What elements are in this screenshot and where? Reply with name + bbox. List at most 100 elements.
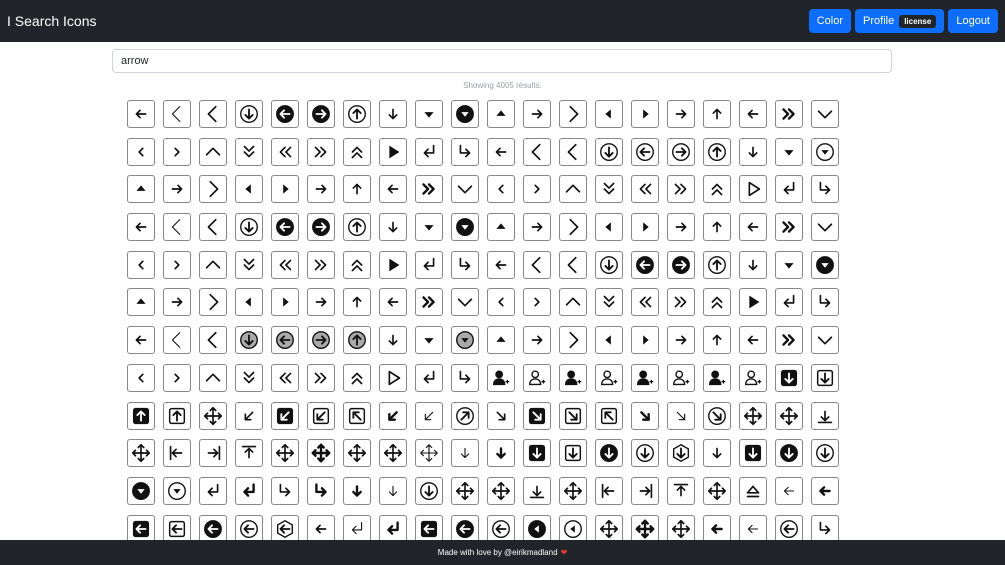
icon-tile[interactable] xyxy=(379,137,407,166)
icon-tile[interactable] xyxy=(127,514,155,540)
icon-tile[interactable] xyxy=(343,476,371,505)
icon-tile[interactable] xyxy=(667,401,695,430)
icon-tile[interactable] xyxy=(451,137,479,166)
icon-tile[interactable] xyxy=(631,175,659,204)
icon-tile[interactable] xyxy=(271,363,299,392)
icon-tile[interactable] xyxy=(199,363,227,392)
icon-tile[interactable] xyxy=(739,288,767,317)
icon-tile[interactable] xyxy=(811,326,839,355)
icon-tile[interactable] xyxy=(811,213,839,242)
icon-tile[interactable] xyxy=(775,514,803,540)
icon-tile[interactable] xyxy=(487,326,515,355)
icon-tile[interactable] xyxy=(703,439,731,468)
icon-tile[interactable] xyxy=(415,175,443,204)
icon-tile[interactable] xyxy=(703,288,731,317)
icon-tile[interactable] xyxy=(199,100,227,128)
icon-tile[interactable] xyxy=(415,288,443,317)
icon-tile[interactable] xyxy=(127,213,155,242)
icon-tile[interactable] xyxy=(163,213,191,242)
icon-tile[interactable] xyxy=(667,476,695,505)
icon-tile[interactable] xyxy=(703,137,731,166)
icon-tile[interactable] xyxy=(631,439,659,468)
icon-tile[interactable] xyxy=(811,175,839,204)
icon-tile[interactable] xyxy=(667,100,695,128)
icon-tile[interactable] xyxy=(487,401,515,430)
icon-tile[interactable] xyxy=(379,476,407,505)
icon-tile[interactable] xyxy=(379,514,407,540)
icon-tile[interactable] xyxy=(739,363,767,392)
icon-tile[interactable] xyxy=(271,439,299,468)
icon-tile[interactable] xyxy=(451,100,479,128)
icon-tile[interactable] xyxy=(811,401,839,430)
icon-tile[interactable] xyxy=(559,288,587,317)
icon-tile[interactable] xyxy=(631,137,659,166)
icon-tile[interactable] xyxy=(739,137,767,166)
icon-tile[interactable] xyxy=(775,100,803,128)
icon-tile[interactable] xyxy=(235,250,263,279)
icon-tile[interactable] xyxy=(199,326,227,355)
icon-tile[interactable] xyxy=(523,363,551,392)
icon-tile[interactable] xyxy=(343,439,371,468)
icon-tile[interactable] xyxy=(487,439,515,468)
icon-tile[interactable] xyxy=(739,476,767,505)
icon-tile[interactable] xyxy=(523,137,551,166)
icon-tile[interactable] xyxy=(667,175,695,204)
icon-tile[interactable] xyxy=(415,137,443,166)
icon-tile[interactable] xyxy=(523,514,551,540)
icon-tile[interactable] xyxy=(307,476,335,505)
icon-tile[interactable] xyxy=(667,514,695,540)
icon-tile[interactable] xyxy=(739,514,767,540)
icon-tile[interactable] xyxy=(595,175,623,204)
icon-tile[interactable] xyxy=(595,363,623,392)
icon-tile[interactable] xyxy=(343,213,371,242)
icon-tile[interactable] xyxy=(271,326,299,355)
icon-tile[interactable] xyxy=(811,100,839,128)
icon-tile[interactable] xyxy=(127,401,155,430)
icon-tile[interactable] xyxy=(199,401,227,430)
icon-tile[interactable] xyxy=(199,439,227,468)
icon-tile[interactable] xyxy=(631,514,659,540)
icon-tile[interactable] xyxy=(163,175,191,204)
icon-tile[interactable] xyxy=(163,250,191,279)
icon-tile[interactable] xyxy=(451,401,479,430)
icon-tile[interactable] xyxy=(307,213,335,242)
icon-tile[interactable] xyxy=(595,100,623,128)
icon-tile[interactable] xyxy=(235,326,263,355)
icon-tile[interactable] xyxy=(811,476,839,505)
icon-tile[interactable] xyxy=(811,514,839,540)
icon-tile[interactable] xyxy=(739,401,767,430)
icon-tile[interactable] xyxy=(127,288,155,317)
icon-tile[interactable] xyxy=(775,476,803,505)
icon-tile[interactable] xyxy=(271,250,299,279)
icon-tile[interactable] xyxy=(487,514,515,540)
icon-tile[interactable] xyxy=(559,137,587,166)
icon-tile[interactable] xyxy=(451,363,479,392)
icon-tile[interactable] xyxy=(703,175,731,204)
icon-tile[interactable] xyxy=(523,476,551,505)
icon-tile[interactable] xyxy=(199,514,227,540)
icon-tile[interactable] xyxy=(631,401,659,430)
icon-tile[interactable] xyxy=(271,213,299,242)
icon-tile[interactable] xyxy=(703,514,731,540)
icon-tile[interactable] xyxy=(163,439,191,468)
icon-tile[interactable] xyxy=(415,401,443,430)
icon-tile[interactable] xyxy=(703,363,731,392)
icon-tile[interactable] xyxy=(595,137,623,166)
icon-tile[interactable] xyxy=(667,137,695,166)
icon-tile[interactable] xyxy=(379,326,407,355)
icon-tile[interactable] xyxy=(379,213,407,242)
icon-tile[interactable] xyxy=(775,363,803,392)
icon-tile[interactable] xyxy=(667,439,695,468)
icon-tile[interactable] xyxy=(379,100,407,128)
icon-tile[interactable] xyxy=(271,476,299,505)
icon-tile[interactable] xyxy=(559,363,587,392)
icon-tile[interactable] xyxy=(379,288,407,317)
icon-tile[interactable] xyxy=(559,250,587,279)
icon-tile[interactable] xyxy=(487,175,515,204)
icon-tile[interactable] xyxy=(595,401,623,430)
color-button[interactable]: Color xyxy=(808,9,852,33)
icon-tile[interactable] xyxy=(127,476,155,505)
icon-tile[interactable] xyxy=(415,363,443,392)
icon-tile[interactable] xyxy=(271,100,299,128)
icon-tile[interactable] xyxy=(271,401,299,430)
